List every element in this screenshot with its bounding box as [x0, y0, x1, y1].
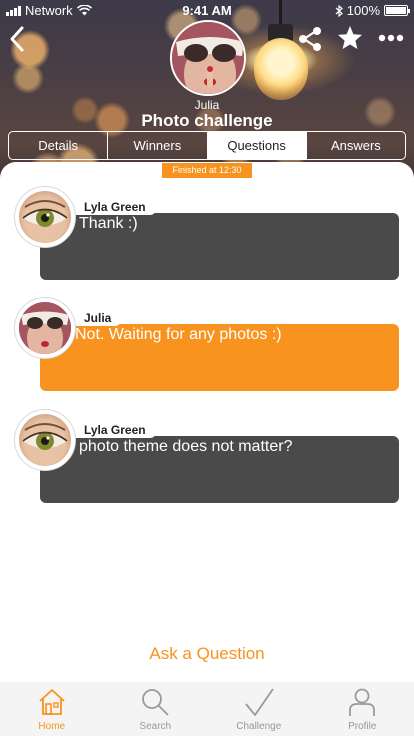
author-avatar[interactable]	[14, 297, 76, 359]
tabbar-item-home[interactable]: Home	[0, 682, 104, 736]
message-text: photo theme does not matter?	[79, 438, 293, 455]
creator-name: Julia	[194, 98, 220, 112]
eye-photo	[22, 200, 68, 227]
creator-avatar[interactable]	[170, 20, 246, 96]
eye-photo	[22, 423, 68, 450]
message-author: Lyla Green	[67, 422, 156, 438]
finished-badge: Finished at 12:30	[162, 163, 252, 178]
star-icon[interactable]	[336, 24, 364, 52]
author-avatar[interactable]	[14, 409, 76, 471]
battery-percent: 100%	[346, 3, 380, 18]
tabbar-label: Search	[139, 721, 172, 732]
status-bar: Network 9:41 AM 100%	[0, 0, 414, 20]
tabbar-item-profile[interactable]: Profile	[311, 682, 414, 736]
message-text: Thank :)	[79, 215, 138, 232]
ask-question-button[interactable]: Ask a Question	[0, 644, 414, 664]
back-chevron-icon[interactable]	[6, 24, 28, 54]
challenge-title: Photo challenge	[141, 111, 273, 130]
home-icon	[39, 689, 65, 715]
search-icon	[142, 689, 169, 716]
share-icon[interactable]	[297, 26, 323, 52]
tab-questions[interactable]: Questions	[207, 132, 307, 159]
tab-details[interactable]: Details	[9, 132, 109, 159]
checkmark-icon	[245, 688, 274, 716]
sunglasses-portrait	[172, 22, 244, 94]
person-icon	[349, 688, 376, 716]
message-author: Lyla Green	[67, 199, 156, 215]
question-message: photo theme does not matter? Lyla Green	[0, 409, 414, 509]
tab-answers[interactable]: Answers	[307, 132, 405, 159]
tabbar-label: Challenge	[236, 721, 282, 732]
tabbar-item-search[interactable]: Search	[104, 682, 208, 736]
tab-winners[interactable]: Winners	[108, 132, 208, 159]
tabbar-label: Home	[38, 721, 66, 732]
message-text: Not. Waiting for any photos :)	[75, 326, 282, 343]
sunglasses-photo	[19, 302, 71, 354]
question-message: Thank :) Lyla Green	[0, 186, 414, 286]
tabbar-item-challenge[interactable]: Challenge	[207, 682, 311, 736]
answer-message: Not. Waiting for any photos :) Julia	[0, 297, 414, 397]
battery-icon	[384, 5, 410, 16]
bluetooth-icon	[335, 4, 343, 17]
segmented-tabs: Details Winners Questions Answers	[8, 131, 406, 160]
more-dots-icon[interactable]	[378, 31, 404, 45]
bottom-tab-bar: Home Search Challenge Profile	[0, 682, 414, 736]
author-avatar[interactable]	[14, 186, 76, 248]
tabbar-label: Profile	[348, 721, 377, 732]
